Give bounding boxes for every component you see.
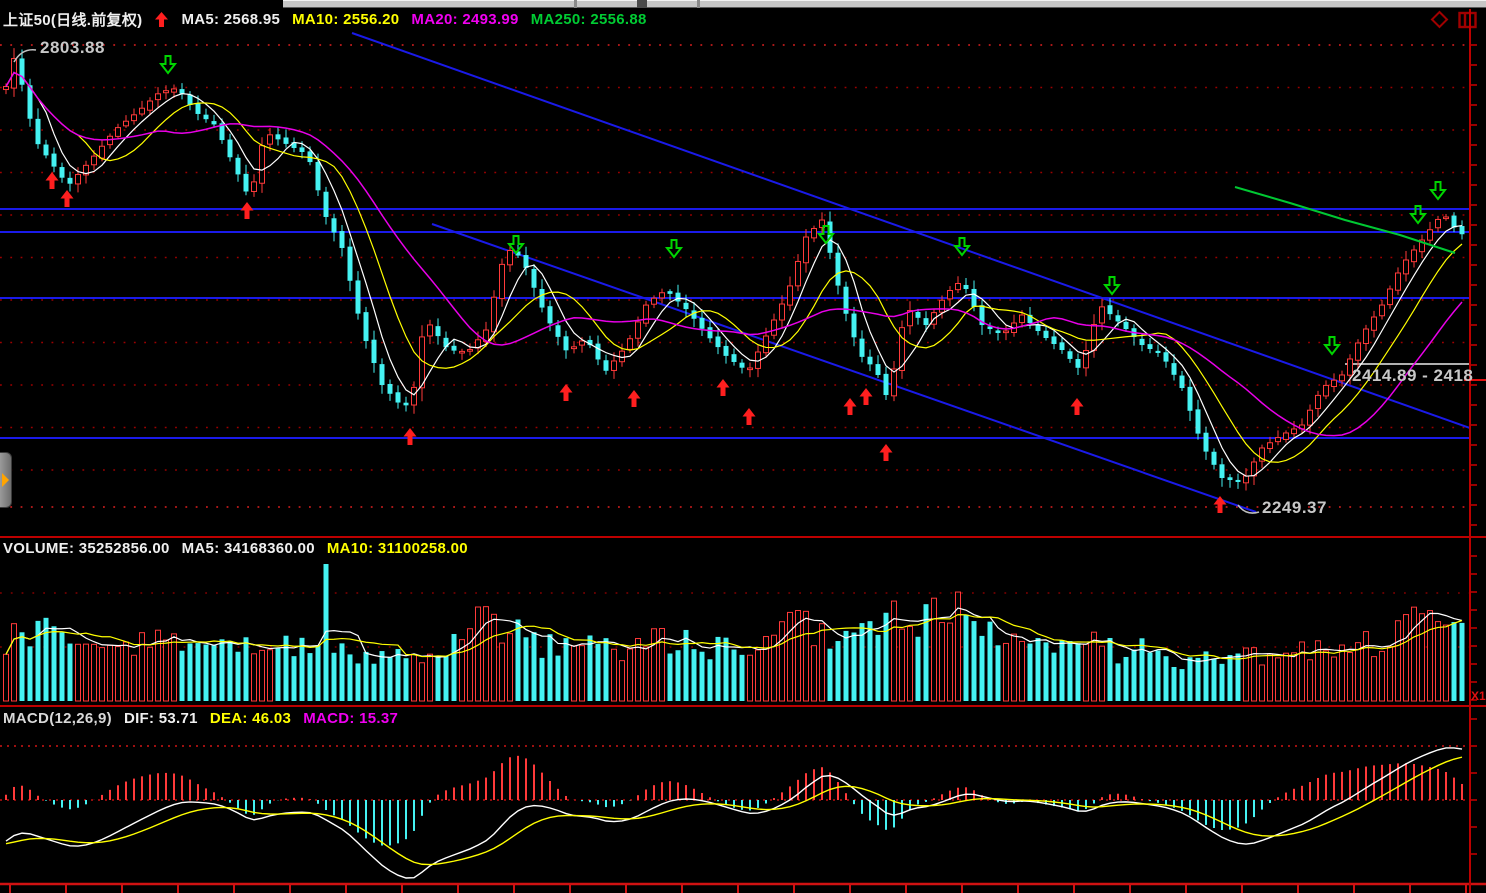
- chart-canvas[interactable]: [0, 0, 1486, 893]
- volume-panel: [0, 564, 1470, 701]
- buy-arrow-icon: [46, 172, 59, 189]
- dif-line: [6, 748, 1462, 878]
- buy-arrow-icon: [560, 384, 573, 401]
- signal-arrows-layer: [46, 56, 1446, 513]
- buy-arrow-icon: [717, 379, 730, 396]
- low-price-label: 2249.37: [1262, 498, 1327, 518]
- main-price-panel: [0, 33, 1470, 513]
- macd-panel: [0, 746, 1470, 878]
- buy-arrow-icon: [860, 388, 873, 405]
- buy-arrow-icon: [61, 190, 74, 207]
- buy-arrow-icon: [743, 408, 756, 425]
- sell-arrow-icon: [1325, 337, 1339, 354]
- trading-app-window: 上证50(日线.前复权) MA5: 2568.95 MA10: 2556.20 …: [0, 0, 1486, 893]
- buy-arrow-icon: [1071, 398, 1084, 415]
- expand-right-icon: [2, 473, 9, 487]
- sell-arrow-icon: [1105, 277, 1119, 294]
- buy-arrow-icon: [404, 428, 417, 445]
- price-range-label: 2414.89 - 2418: [1352, 366, 1473, 386]
- buy-arrow-icon: [628, 390, 641, 407]
- buy-arrow-icon: [844, 398, 857, 415]
- sell-arrow-icon: [667, 240, 681, 257]
- buy-arrow-icon: [880, 444, 893, 461]
- high-price-label: 2803.88: [40, 38, 105, 58]
- ma250-line: [1235, 187, 1455, 253]
- sell-arrow-icon: [161, 56, 175, 73]
- panel-expander-tab[interactable]: [0, 452, 12, 508]
- candles-layer: [4, 48, 1465, 490]
- volume-axis-unit-label: X1: [1471, 689, 1486, 703]
- buy-arrow-icon: [241, 202, 254, 219]
- sell-arrow-icon: [1431, 182, 1445, 199]
- sell-arrow-icon: [955, 238, 969, 255]
- dea-line: [6, 757, 1462, 864]
